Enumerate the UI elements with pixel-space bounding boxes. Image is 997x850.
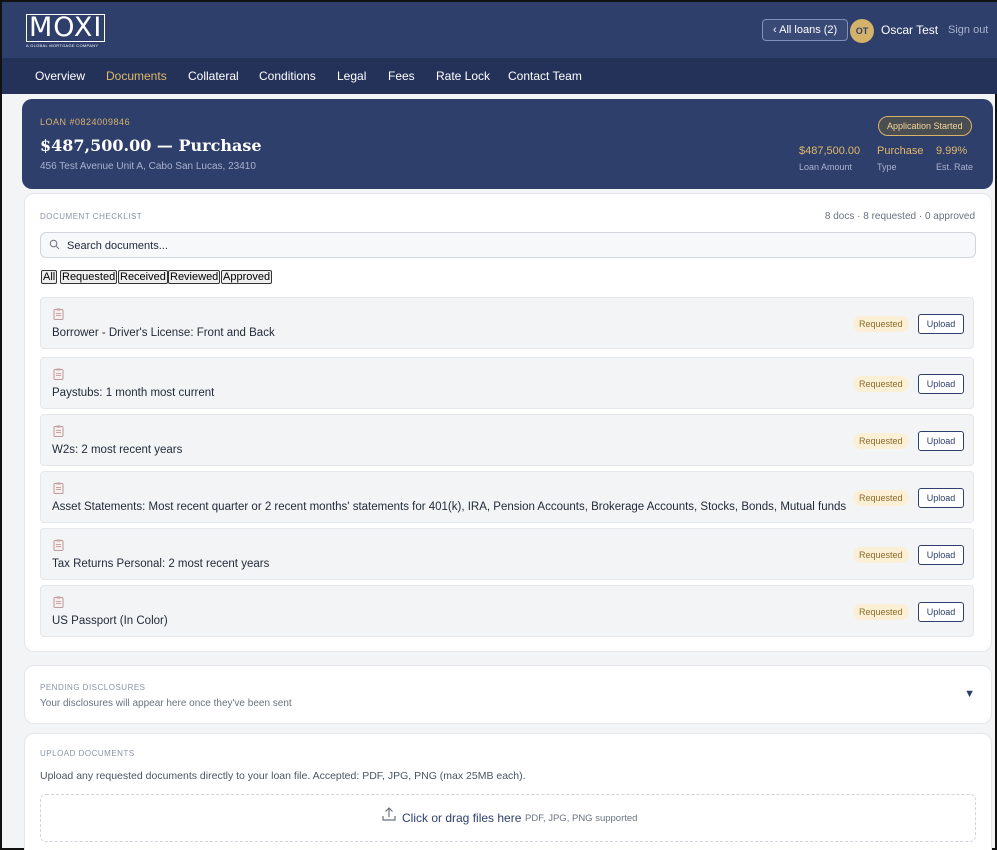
tab-fees[interactable]: Fees [388,69,415,83]
tab-overview[interactable]: Overview [35,69,85,83]
loan-type-value: Purchase [877,145,924,157]
tab-conditions[interactable]: Conditions [259,69,316,83]
clipboard-icon [53,539,64,551]
tab-rate-lock[interactable]: Rate Lock [436,69,490,83]
document-status-badge: Requested [853,547,909,563]
clipboard-icon [53,482,64,494]
disclosures-description: Your disclosures will appear here once t… [40,698,292,709]
document-name: Asset Statements: Most recent quarter or… [52,501,847,513]
main-nav: Overview Documents Collateral Conditions… [2,58,997,94]
chevron-down-icon[interactable]: ▼ [964,688,975,700]
upload-title: UPLOAD DOCUMENTS [40,749,135,758]
clipboard-icon [53,596,64,608]
filter-requested[interactable]: Requested [60,270,118,284]
document-name: US Passport (In Color) [52,615,168,627]
tab-contact-team[interactable]: Contact Team [508,69,582,83]
sign-out-link[interactable]: Sign out [948,24,988,36]
loan-amount-value: $487,500.00 [799,145,861,157]
upload-description: Upload any requested documents directly … [40,770,526,782]
upload-button[interactable]: Upload [918,431,964,451]
search-icon [49,239,60,250]
status-badge: Application Started [878,116,972,136]
document-checklist-panel: DOCUMENT CHECKLIST 8 docs · 8 requested … [24,193,992,652]
document-status-badge: Requested [853,604,909,620]
filter-approved[interactable]: Approved [221,270,273,284]
document-row: Asset Statements: Most recent quarter or… [40,471,974,523]
document-name: Borrower - Driver's License: Front and B… [52,327,275,339]
tab-documents[interactable]: Documents [106,69,167,83]
loan-address: 456 Test Avenue Unit A, Cabo San Lucas, … [40,161,256,172]
document-name: W2s: 2 most recent years [52,444,183,456]
pending-disclosures-panel[interactable]: PENDING DISCLOSURES Your disclosures wil… [24,665,992,724]
loan-number: LOAN #0824009846 [40,117,131,127]
document-name: Paystubs: 1 month most current [52,387,215,399]
loan-type-label: Type [877,162,897,172]
moxi-logo[interactable]: MOXI A GLOBAL MORTGAGE COMPANY [26,14,106,48]
tab-collateral[interactable]: Collateral [188,69,239,83]
logo-wordmark: MOXI [26,14,106,42]
upload-button[interactable]: Upload [918,488,964,508]
document-status-badge: Requested [853,376,909,392]
clipboard-icon [53,425,64,437]
user-name: Oscar Test [881,23,939,37]
est-rate-label: Est. Rate [936,162,974,172]
file-dropzone[interactable]: Click or drag files here PDF, JPG, PNG s… [40,794,976,842]
upload-documents-panel: UPLOAD DOCUMENTS Upload any requested do… [24,733,992,850]
all-loans-button[interactable]: ‹ All loans (2) [762,19,849,41]
document-status-badge: Requested [853,316,909,332]
top-bar: MOXI A GLOBAL MORTGAGE COMPANY ‹ All loa… [2,2,997,58]
document-row: Borrower - Driver's License: Front and B… [40,297,974,349]
disclosures-title: PENDING DISCLOSURES [40,683,146,692]
dropzone-label: Click or drag files here [402,811,522,825]
upload-icon [382,807,396,821]
document-status-badge: Requested [853,433,909,449]
document-row: US Passport (In Color) Requested Upload [40,585,974,637]
clipboard-icon [53,368,64,380]
logo-tagline: A GLOBAL MORTGAGE COMPANY [26,43,99,48]
loan-title: $487,500.00 — Purchase [40,136,262,155]
upload-button[interactable]: Upload [918,545,964,565]
loan-amount-label: Loan Amount [799,162,853,172]
est-rate-value: 9.99% [936,145,968,157]
avatar[interactable]: OT [850,19,874,43]
checklist-summary: 8 docs · 8 requested · 0 approved [824,211,975,222]
dropzone-hint: PDF, JPG, PNG supported [525,813,638,824]
tab-legal[interactable]: Legal [337,69,366,83]
document-row: W2s: 2 most recent years Requested Uploa… [40,414,974,466]
document-status-badge: Requested [853,490,909,506]
search-box [40,232,976,258]
filter-all[interactable]: All [41,270,58,284]
loan-summary-card: LOAN #0824009846 $487,500.00 — Purchase … [22,99,993,189]
checklist-title: DOCUMENT CHECKLIST [40,212,143,221]
filter-reviewed[interactable]: Reviewed [168,270,221,284]
search-input[interactable] [67,237,947,254]
document-row: Paystubs: 1 month most current Requested… [40,357,974,409]
filter-received[interactable]: Received [118,270,168,284]
document-name: Tax Returns Personal: 2 most recent year… [52,558,270,570]
upload-button[interactable]: Upload [918,374,964,394]
upload-button[interactable]: Upload [918,602,964,622]
document-row: Tax Returns Personal: 2 most recent year… [40,528,974,580]
clipboard-icon [53,308,64,320]
upload-button[interactable]: Upload [918,314,964,334]
